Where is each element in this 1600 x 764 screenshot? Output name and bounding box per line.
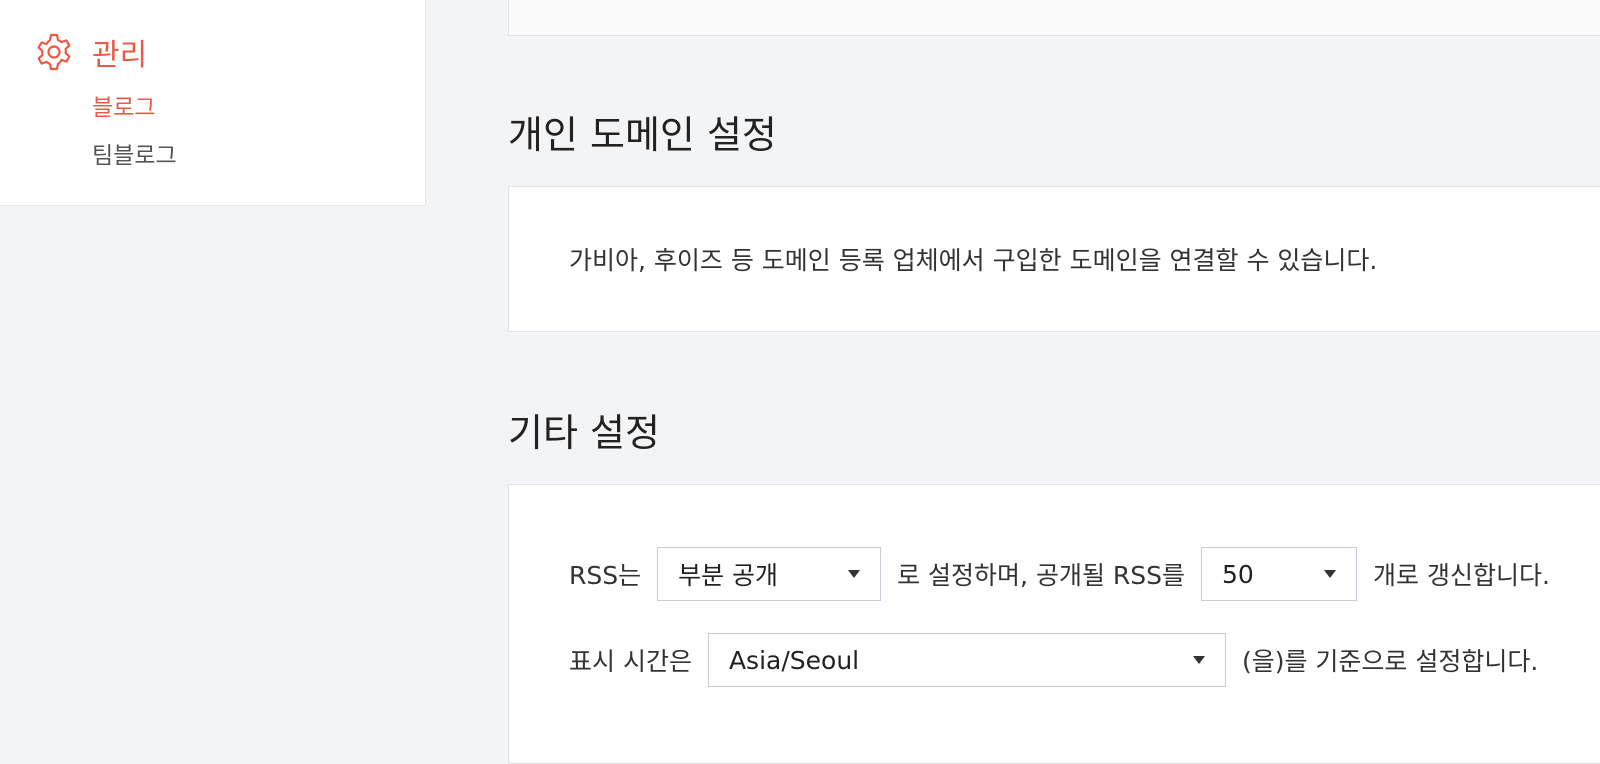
timezone-suffix-label: (을)를 기준으로 설정합니다. — [1241, 647, 1539, 676]
caret-down-icon — [1192, 656, 1205, 664]
rss-mode-value: 부분 공개 — [678, 561, 779, 590]
other-section-title: 기타 설정 — [508, 411, 660, 455]
sidebar: 관리 블로그 팀블로그 — [0, 0, 426, 206]
timezone-setting-row: 표시 시간은 Asia/Seoul (을)를 기준으로 설정합니다. — [569, 633, 1538, 687]
domain-section-title: 개인 도메인 설정 — [508, 113, 777, 157]
timezone-value: Asia/Seoul — [728, 645, 860, 675]
rss-count-select[interactable]: 50 — [1201, 547, 1358, 601]
gear-icon — [34, 32, 74, 72]
timezone-select[interactable]: Asia/Seoul — [707, 633, 1226, 687]
other-settings-panel: RSS는 부분 공개 로 설정하며, 공개될 RSS를 50 개로 갱신합니다.… — [508, 484, 1600, 764]
caret-down-icon — [848, 570, 861, 578]
sidebar-item-team-blog[interactable]: 팀블로그 — [92, 136, 177, 170]
previous-settings-panel — [508, 0, 1600, 36]
caret-down-icon — [1324, 570, 1337, 578]
timezone-prefix-label: 표시 시간은 — [569, 647, 692, 676]
domain-settings-panel: 가비아, 후이즈 등 도메인 등록 업체에서 구입한 도메인을 연결할 수 있습… — [508, 186, 1600, 332]
rss-setting-row: RSS는 부분 공개 로 설정하며, 공개될 RSS를 50 개로 갱신합니다. — [569, 547, 1550, 601]
rss-suffix-label: 개로 갱신합니다. — [1373, 561, 1550, 590]
domain-description: 가비아, 후이즈 등 도메인 등록 업체에서 구입한 도메인을 연결할 수 있습… — [569, 246, 1378, 275]
rss-middle-label: 로 설정하며, 공개될 RSS를 — [897, 561, 1186, 590]
sidebar-manage-header[interactable]: 관리 — [34, 30, 147, 74]
rss-mode-select[interactable]: 부분 공개 — [657, 547, 882, 601]
rss-prefix-label: RSS는 — [569, 561, 642, 590]
rss-count-value: 50 — [1222, 559, 1254, 589]
sidebar-title: 관리 — [92, 38, 148, 73]
sidebar-item-blog[interactable]: 블로그 — [92, 88, 155, 122]
